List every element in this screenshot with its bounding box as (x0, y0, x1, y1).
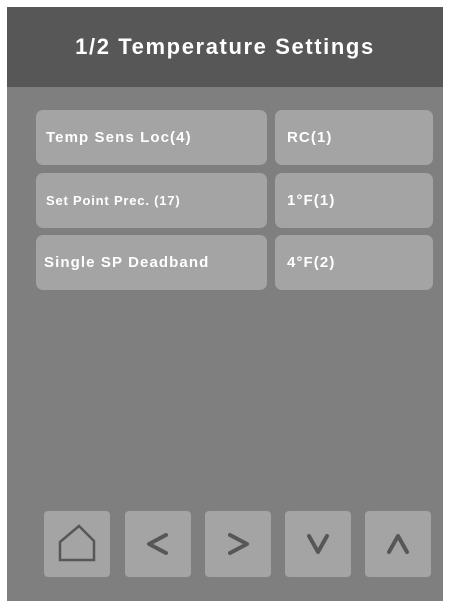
home-icon (58, 524, 96, 562)
chevron-down-icon (307, 534, 329, 554)
chevron-up-icon (387, 534, 409, 554)
setting-label-button[interactable]: Single SP Deadband (36, 235, 267, 290)
setting-value-button[interactable]: RC(1) (275, 110, 433, 165)
settings-screen: 1/2 Temperature Settings Temp Sens Loc(4… (7, 7, 443, 601)
setting-value-button[interactable]: 1°F(1) (275, 173, 433, 228)
scroll-up-button[interactable] (365, 511, 431, 577)
chevron-right-icon (228, 533, 249, 555)
page-title: 1/2 Temperature Settings (75, 34, 375, 59)
scroll-down-button[interactable] (285, 511, 351, 577)
previous-button[interactable] (125, 511, 191, 577)
nav-bar (7, 511, 443, 577)
setting-value-button[interactable]: 4°F(2) (275, 235, 433, 290)
header-bar: 1/2 Temperature Settings (7, 7, 443, 87)
home-button[interactable] (44, 511, 110, 577)
chevron-left-icon (147, 533, 168, 555)
setting-label-button[interactable]: Set Point Prec. (17) (36, 173, 267, 228)
next-button[interactable] (205, 511, 271, 577)
setting-label-button[interactable]: Temp Sens Loc(4) (36, 110, 267, 165)
